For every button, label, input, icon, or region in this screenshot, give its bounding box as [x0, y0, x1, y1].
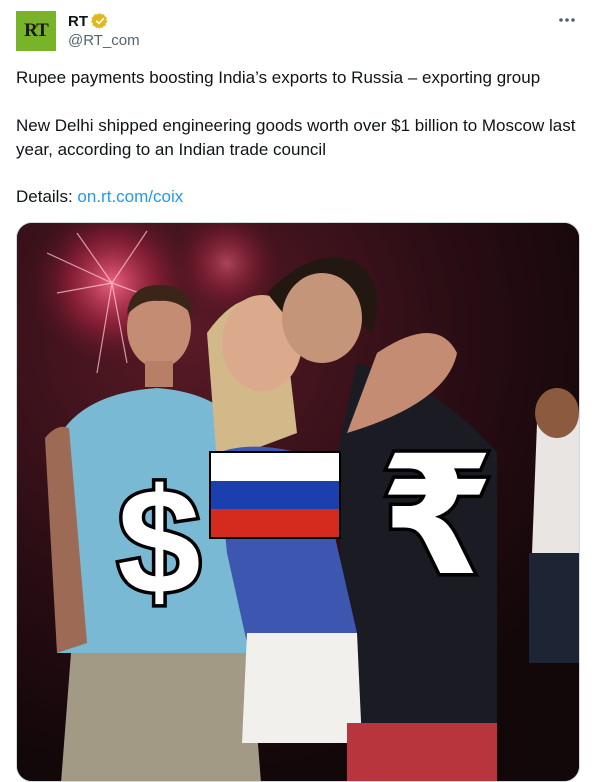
- author-name-row: RT: [68, 12, 109, 30]
- dollar-symbol: $: [117, 457, 200, 625]
- verified-badge-icon: [91, 13, 108, 29]
- tweet-text-headline: Rupee payments boosting India’s exports …: [16, 68, 541, 87]
- details-link[interactable]: on.rt.com/coix: [77, 187, 183, 206]
- rt-logo: RT: [24, 20, 49, 41]
- tweet-media-image[interactable]: $ ₹: [16, 222, 580, 782]
- rupee-symbol: ₹: [380, 420, 495, 612]
- more-options-icon[interactable]: [555, 10, 579, 30]
- tweet-text-details: Details: on.rt.com/coix: [16, 185, 183, 209]
- handle[interactable]: @RT_com: [68, 32, 140, 49]
- russian-flag-icon: [209, 451, 341, 539]
- details-label: Details:: [16, 187, 78, 206]
- display-name[interactable]: RT: [68, 13, 88, 30]
- tweet: RT RT @RT_com Rupee payments boosting In…: [0, 0, 595, 782]
- meme-photo: $ ₹: [17, 223, 579, 781]
- tweet-text-description: New Delhi shipped engineering goods wort…: [16, 116, 576, 159]
- avatar[interactable]: RT: [16, 11, 56, 51]
